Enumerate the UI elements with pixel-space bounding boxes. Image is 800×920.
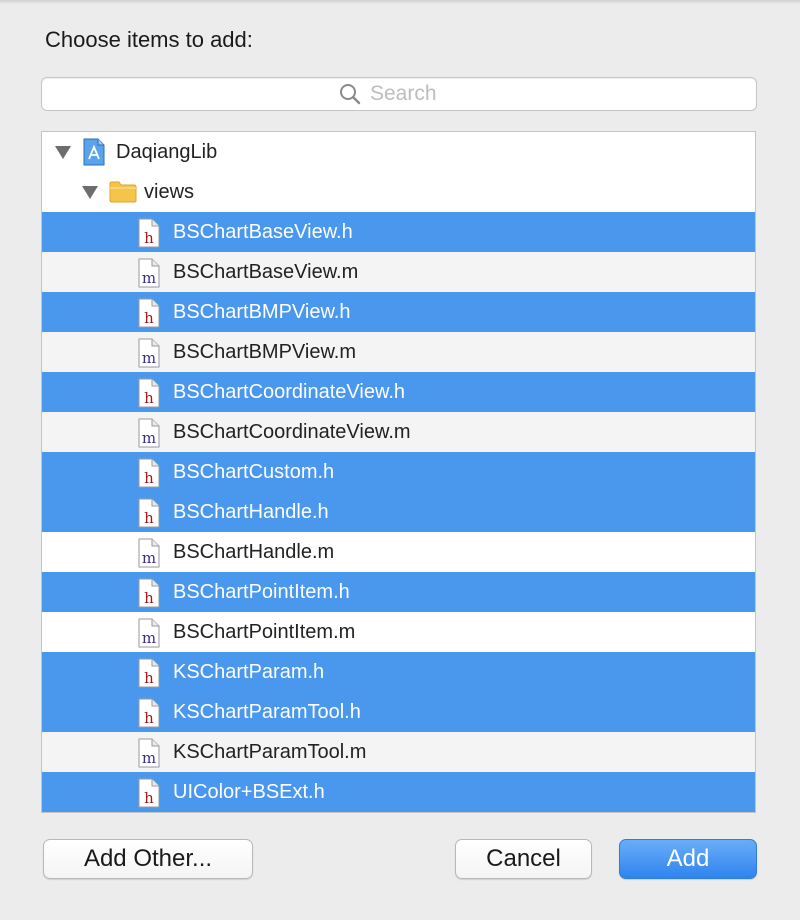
file-type-glyph: h <box>144 669 154 687</box>
file-type-glyph: m <box>142 429 156 447</box>
header-file-icon: h <box>138 378 160 408</box>
file-row[interactable]: m KSChartParamTool.m <box>42 732 755 772</box>
file-type-glyph: m <box>142 349 156 367</box>
file-row[interactable]: h KSChartParamTool.h <box>42 692 755 732</box>
file-name: KSChartParamTool.m <box>173 740 367 763</box>
header-file-icon: h <box>138 778 160 808</box>
header-file-icon: h <box>138 218 160 248</box>
file-type-glyph: h <box>144 709 154 727</box>
file-type-glyph: h <box>144 589 154 607</box>
implementation-file-icon: m <box>138 738 160 768</box>
disclosure-triangle-icon[interactable] <box>55 146 71 159</box>
file-row[interactable]: h BSChartHandle.h <box>42 492 755 532</box>
file-name: BSChartBMPView.m <box>173 340 357 363</box>
header-file-icon: h <box>138 298 160 328</box>
file-row[interactable]: h BSChartPointItem.h <box>42 572 755 612</box>
header-file-icon: h <box>138 658 160 688</box>
file-name: BSChartBMPView.h <box>173 300 351 323</box>
xcode-project-icon <box>83 138 105 166</box>
file-type-glyph: h <box>144 469 154 487</box>
group-name: views <box>144 180 195 203</box>
file-name: BSChartBaseView.h <box>173 220 353 243</box>
file-name: BSChartBaseView.m <box>173 260 359 283</box>
header-file-icon: h <box>138 498 160 528</box>
file-type-glyph: h <box>144 389 154 407</box>
search-field[interactable] <box>41 77 757 111</box>
implementation-file-icon: m <box>138 418 160 448</box>
implementation-file-icon: m <box>138 538 160 568</box>
file-name: BSChartHandle.m <box>173 540 335 563</box>
folder-icon <box>109 181 137 203</box>
file-row[interactable]: h BSChartCoordinateView.h <box>42 372 755 412</box>
project-name: DaqiangLib <box>116 140 218 163</box>
file-row[interactable]: m BSChartCoordinateView.m <box>42 412 755 452</box>
search-icon <box>340 84 361 105</box>
file-type-glyph: h <box>144 789 154 807</box>
file-name: BSChartPointItem.h <box>173 580 350 603</box>
search-input[interactable] <box>370 82 460 106</box>
file-type-glyph: m <box>142 629 156 647</box>
header-file-icon: h <box>138 578 160 608</box>
file-row[interactable]: h BSChartBaseView.h <box>42 212 755 252</box>
file-name: KSChartParamTool.h <box>173 700 361 723</box>
file-type-glyph: m <box>142 549 156 567</box>
disclosure-triangle-icon[interactable] <box>82 186 98 199</box>
file-type-glyph: h <box>144 509 154 527</box>
file-row[interactable]: h BSChartBMPView.h <box>42 292 755 332</box>
file-tree[interactable]: DaqiangLib views h BSChartBaseView.h m BSCh… <box>41 131 756 813</box>
file-name: BSChartCoordinateView.h <box>173 380 405 403</box>
header-file-icon: h <box>138 458 160 488</box>
window-top-edge <box>0 0 800 4</box>
implementation-file-icon: m <box>138 258 160 288</box>
file-name: UIColor+BSExt.h <box>173 780 325 803</box>
file-row[interactable]: m BSChartPointItem.m <box>42 612 755 652</box>
add-button[interactable]: Add <box>619 839 757 879</box>
file-type-glyph: h <box>144 229 154 247</box>
file-name: BSChartPointItem.m <box>173 620 356 643</box>
dialog-heading: Choose items to add: <box>45 27 253 52</box>
tree-row-project[interactable]: DaqiangLib <box>42 132 755 172</box>
file-name: BSChartCoordinateView.m <box>173 420 411 443</box>
cancel-button[interactable]: Cancel <box>455 839 592 879</box>
file-row[interactable]: m BSChartBMPView.m <box>42 332 755 372</box>
implementation-file-icon: m <box>138 338 160 368</box>
file-name: BSChartCustom.h <box>173 460 335 483</box>
file-row[interactable]: m BSChartHandle.m <box>42 532 755 572</box>
file-type-glyph: h <box>144 309 154 327</box>
file-row[interactable]: h BSChartCustom.h <box>42 452 755 492</box>
file-type-glyph: m <box>142 749 156 767</box>
file-row[interactable]: m BSChartBaseView.m <box>42 252 755 292</box>
file-name: KSChartParam.h <box>173 660 325 683</box>
header-file-icon: h <box>138 698 160 728</box>
file-row[interactable]: h UIColor+BSExt.h <box>42 772 755 812</box>
file-type-glyph: m <box>142 269 156 287</box>
file-name: BSChartHandle.h <box>173 500 329 523</box>
implementation-file-icon: m <box>138 618 160 648</box>
file-row[interactable]: h KSChartParam.h <box>42 652 755 692</box>
tree-row-group[interactable]: views <box>42 172 755 212</box>
add-other-button[interactable]: Add Other... <box>43 839 253 879</box>
